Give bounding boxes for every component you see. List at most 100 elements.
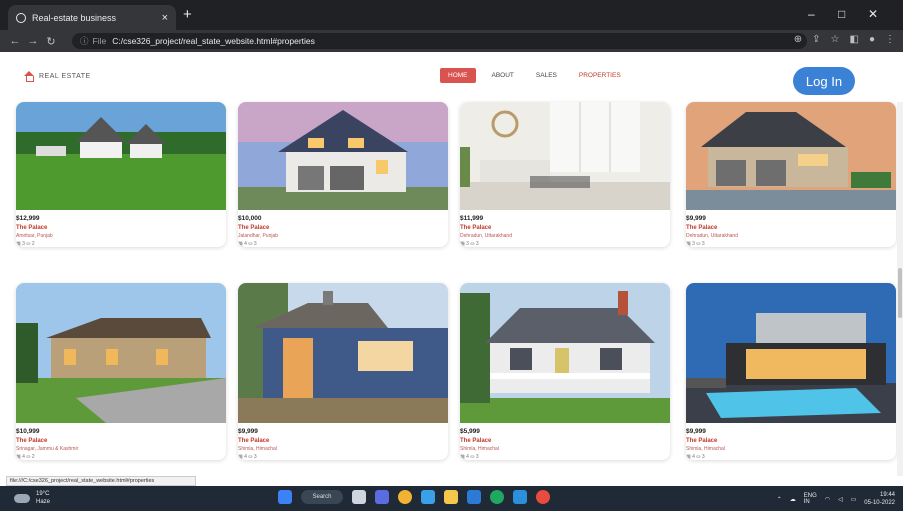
property-title: The Palace	[238, 438, 270, 444]
property-card[interactable]: $10,999 The Palace Srinagar, Jammu & Kas…	[16, 283, 226, 460]
share-icon[interactable]: ⇪	[812, 34, 820, 45]
property-card[interactable]: $9,999 The Palace Dehradun, Uttarakhand …	[686, 102, 896, 247]
chrome-icon[interactable]	[398, 490, 412, 504]
property-rooms: ▦ 4 ⛀ 3	[238, 454, 257, 460]
weather-condition: Haze	[36, 499, 51, 505]
back-arrow-icon[interactable]: ←	[6, 35, 24, 47]
menu-icon[interactable]: ⋮	[885, 34, 895, 45]
new-tab-button[interactable]: +	[183, 6, 192, 23]
property-image	[460, 102, 670, 210]
tab-close-button[interactable]: ×	[162, 12, 168, 24]
star-icon[interactable]: ☆	[831, 34, 840, 45]
property-rooms: ▦ 4 ⛀ 3	[460, 454, 479, 460]
property-card[interactable]: $10,000 The Palace Jalandhar, Punjab ▦ 4…	[238, 102, 448, 247]
close-window-button[interactable]: ✕	[868, 7, 878, 21]
property-price: $11,999	[460, 215, 484, 222]
property-card[interactable]: $9,999 The Palace Shimla, Himachal ▦ 4 ⛀…	[686, 283, 896, 460]
status-bar-link: file:///C:/cse326_project/real_state_web…	[6, 476, 196, 486]
property-price: $5,999	[460, 428, 480, 435]
property-price: $12,999	[16, 215, 40, 222]
property-card[interactable]: $11,999 The Palace Dehradun, Uttarakhand…	[460, 102, 670, 247]
browser-tab-bar: Real-estate business × + – □ ✕	[0, 0, 903, 30]
property-image	[238, 283, 448, 423]
address-bar: ← → ↻ ⓘ File C:/cse326_project/real_stat…	[0, 30, 903, 52]
property-location: Amritsar, Punjab	[16, 233, 53, 239]
vscode-icon[interactable]	[513, 490, 527, 504]
property-price: $10,000	[238, 215, 262, 222]
main-nav: HOME ABOUT SALES PROPERTIES	[440, 68, 627, 83]
minimize-button[interactable]: –	[808, 7, 815, 21]
search-button[interactable]: Search	[301, 490, 343, 504]
sidebar-icon[interactable]: ◧	[850, 34, 859, 45]
nav-properties[interactable]: PROPERTIES	[573, 68, 627, 83]
forward-arrow-icon[interactable]: →	[24, 35, 42, 47]
property-image	[238, 102, 448, 210]
property-price: $9,999	[686, 428, 706, 435]
nav-about[interactable]: ABOUT	[486, 68, 520, 83]
time: 19:44	[879, 492, 895, 498]
region: IN	[803, 499, 810, 505]
info-icon: ⓘ	[80, 36, 89, 46]
start-icon[interactable]	[278, 490, 292, 504]
property-title: The Palace	[686, 438, 718, 444]
cloud-tray-icon[interactable]: ☁	[790, 496, 796, 503]
property-rooms: ▦ 3 ⛀ 2	[16, 241, 35, 247]
brand[interactable]: REAL ESTATE	[24, 71, 91, 82]
property-price: $10,999	[16, 428, 40, 435]
property-location: Srinagar, Jammu & Kashmir	[16, 446, 79, 452]
cloud-icon	[14, 493, 30, 503]
file-explorer-icon[interactable]	[444, 490, 458, 504]
globe-icon	[16, 12, 26, 23]
teams-icon[interactable]	[375, 490, 389, 504]
battery-icon[interactable]: ▭	[851, 496, 857, 503]
url-text: C:/cse326_project/real_state_website.htm…	[112, 36, 315, 46]
chevron-up-icon[interactable]: ⌃	[777, 496, 782, 503]
property-title: The Palace	[460, 438, 492, 444]
profile-icon[interactable]: ●	[869, 34, 875, 45]
brand-name: REAL ESTATE	[39, 72, 91, 80]
reload-icon[interactable]: ↻	[42, 35, 60, 48]
property-card[interactable]: $9,999 The Palace Shimla, Himachal ▦ 4 ⛀…	[238, 283, 448, 460]
property-image	[686, 283, 896, 423]
property-rooms: ▦ 3 ⛀ 3	[460, 241, 479, 247]
browser-tab[interactable]: Real-estate business ×	[8, 5, 176, 30]
property-card[interactable]: $5,999 The Palace Shimla, Himachal ▦ 4 ⛀…	[460, 283, 670, 460]
wifi-icon[interactable]: ◠	[825, 496, 830, 503]
clock[interactable]: 19:44 05-10-2022	[864, 491, 895, 507]
task-view-icon[interactable]	[352, 490, 366, 504]
property-location: Shimla, Himachal	[238, 446, 277, 452]
property-title: The Palace	[460, 225, 492, 231]
nav-sales[interactable]: SALES	[530, 68, 563, 83]
property-location: Jalandhar, Punjab	[238, 233, 279, 239]
url-scheme: File	[92, 36, 107, 46]
property-location: Dehradun, Uttarakhand	[686, 233, 738, 239]
house-icon	[24, 71, 34, 82]
volume-icon[interactable]: ◁	[838, 496, 843, 503]
property-title: The Palace	[16, 225, 48, 231]
site-header: REAL ESTATE HOME ABOUT SALES PROPERTIES …	[0, 52, 903, 102]
edge-icon[interactable]	[421, 490, 435, 504]
weather-widget[interactable]: 19°C Haze	[14, 490, 50, 506]
property-location: Shimla, Himachal	[460, 446, 499, 452]
property-price: $9,999	[686, 215, 706, 222]
login-button[interactable]: Log In	[793, 67, 855, 95]
nav-home[interactable]: HOME	[440, 68, 476, 83]
zoom-icon[interactable]: ⊕	[794, 34, 802, 45]
scrollbar-thumb[interactable]	[898, 268, 902, 318]
property-rooms: ▦ 4 ⛀ 2	[16, 454, 35, 460]
maximize-button[interactable]: □	[838, 7, 845, 21]
property-title: The Palace	[686, 225, 718, 231]
tab-title: Real-estate business	[32, 12, 117, 23]
temperature: 19°C	[36, 491, 50, 497]
date: 05-10-2022	[864, 500, 895, 506]
chrome-profile-icon[interactable]	[536, 490, 550, 504]
store-icon[interactable]	[467, 490, 481, 504]
property-image	[686, 102, 896, 210]
property-rooms: ▦ 4 ⛀ 3	[686, 454, 705, 460]
property-card[interactable]: $12,999 The Palace Amritsar, Punjab ▦ 3 …	[16, 102, 226, 247]
property-image	[460, 283, 670, 423]
whatsapp-icon[interactable]	[490, 490, 504, 504]
property-price: $9,999	[238, 428, 258, 435]
property-title: The Palace	[238, 225, 270, 231]
url-input[interactable]: ⓘ File C:/cse326_project/real_state_webs…	[72, 33, 807, 49]
